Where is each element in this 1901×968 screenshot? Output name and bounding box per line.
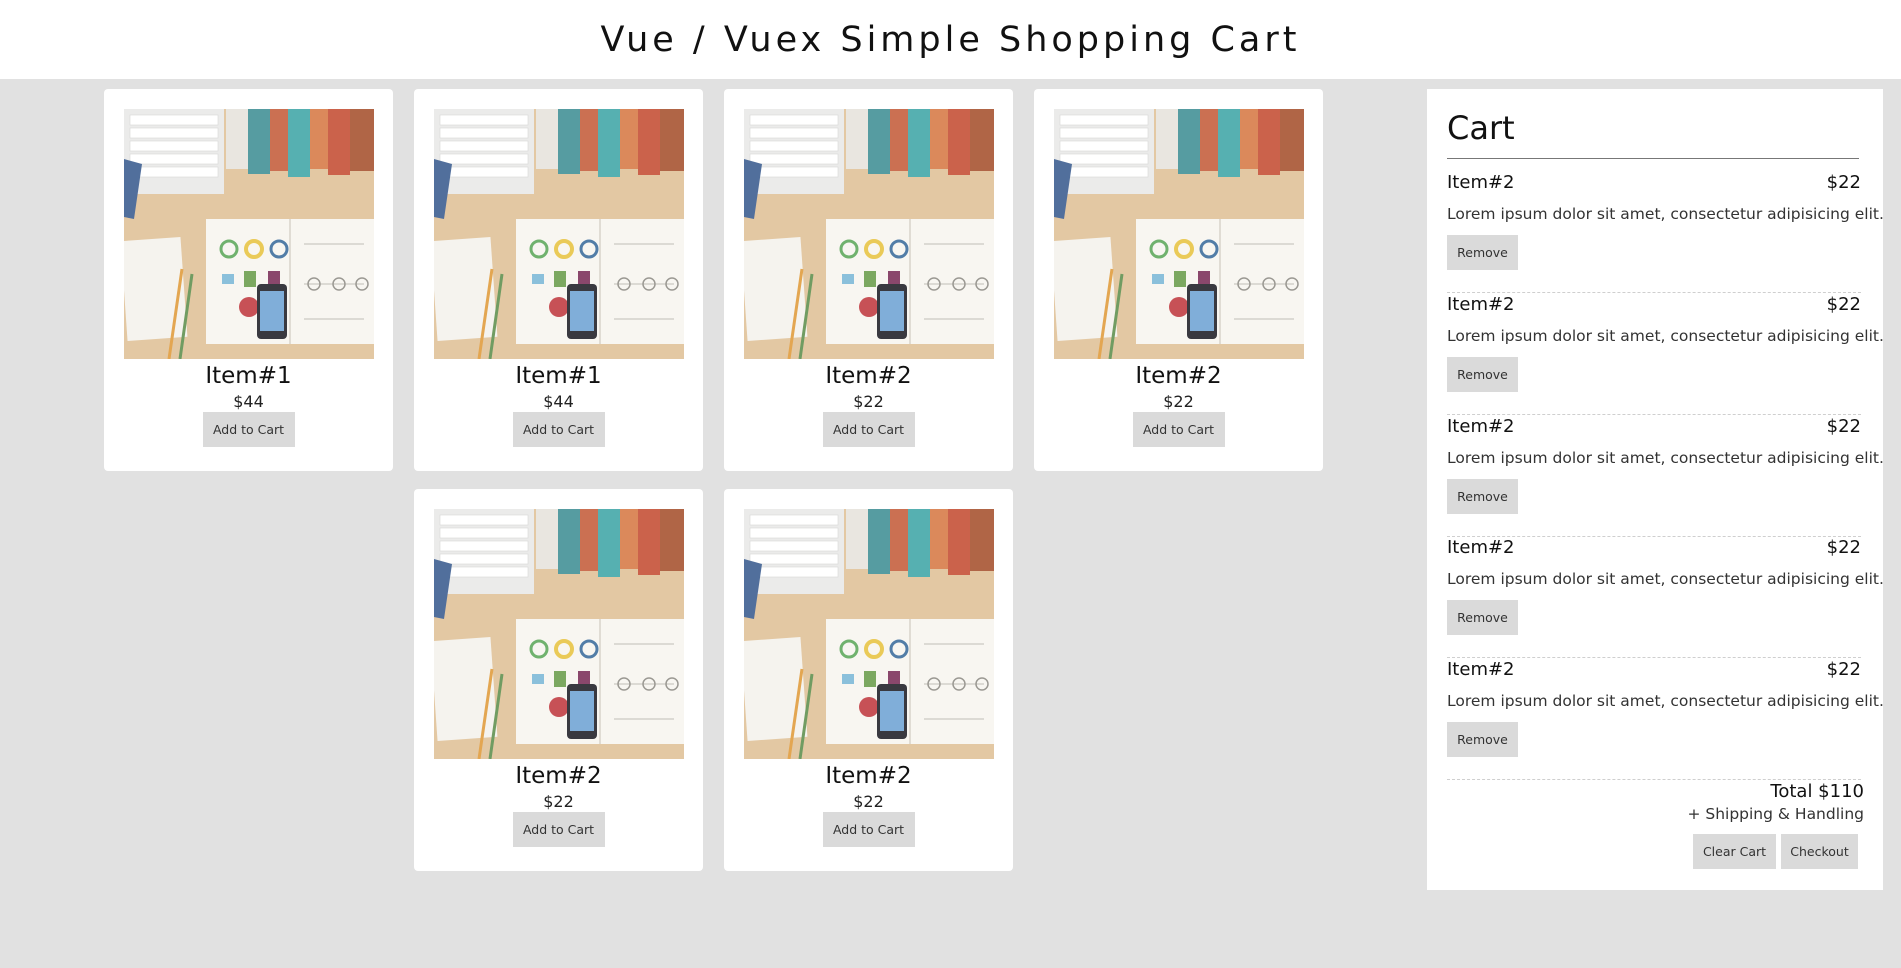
add-to-cart-button[interactable]: Add to Cart [512,412,605,447]
product-card: Item#2 $22 Add to Cart [414,489,703,871]
product-price: $22 [853,792,884,811]
product-price: $44 [233,392,264,411]
cart-item-name: Item#2 [1447,416,1515,437]
cart-item: Item#2 $22 Lorem ipsum dolor sit amet, c… [1447,537,1884,658]
product-image [744,509,994,759]
product-image [124,109,374,359]
product-image [434,109,684,359]
cart-item-description: Lorem ipsum dolor sit amet, consectetur … [1447,692,1884,710]
product-card: Item#2 $22 Add to Cart [724,489,1013,871]
cart-divider [1447,158,1859,159]
cart-title: Cart [1447,109,1515,147]
cart-item-description: Lorem ipsum dolor sit amet, consectetur … [1447,449,1884,467]
product-price: $22 [853,392,884,411]
cart-item: Item#2 $22 Lorem ipsum dolor sit amet, c… [1447,659,1884,780]
cart-item-name: Item#2 [1447,294,1515,315]
product-name: Item#2 [515,763,602,789]
product-image [744,109,994,359]
cart-panel: Cart Item#2 $22 Lorem ipsum dolor sit am… [1427,89,1884,890]
cart-item-price: $22 [1826,416,1861,437]
cart-item-name: Item#2 [1447,537,1515,558]
add-to-cart-button[interactable]: Add to Cart [202,412,295,447]
cart-item-description: Lorem ipsum dolor sit amet, consectetur … [1447,327,1884,345]
cart-item-price: $22 [1826,537,1861,558]
product-name: Item#1 [515,363,602,389]
clear-cart-button[interactable]: Clear Cart [1693,834,1776,869]
cart-total: Total $110 + Shipping & Handling [1687,781,1864,825]
cart-item-price: $22 [1826,172,1861,193]
product-name: Item#1 [205,363,292,389]
product-image [1054,109,1304,359]
remove-button[interactable]: Remove [1447,479,1518,514]
cart-item: Item#2 $22 Lorem ipsum dolor sit amet, c… [1447,294,1884,415]
add-to-cart-button[interactable]: Add to Cart [822,412,915,447]
product-name: Item#2 [1135,363,1222,389]
remove-button[interactable]: Remove [1447,235,1518,270]
cart-item-name: Item#2 [1447,659,1515,680]
remove-button[interactable]: Remove [1447,722,1518,757]
product-price: $22 [543,792,574,811]
page-header: Vue / Vuex Simple Shopping Cart [0,0,1901,79]
cart-item-description: Lorem ipsum dolor sit amet, consectetur … [1447,205,1884,223]
checkout-button[interactable]: Checkout [1781,834,1858,869]
cart-total-amount: Total $110 [1770,781,1864,802]
product-card: Item#2 $22 Add to Cart [1034,89,1323,471]
page-title: Vue / Vuex Simple Shopping Cart [600,19,1301,60]
product-card: Item#2 $22 Add to Cart [724,89,1013,471]
product-name: Item#2 [825,363,912,389]
remove-button[interactable]: Remove [1447,600,1518,635]
product-card: Item#1 $44 Add to Cart [414,89,703,471]
add-to-cart-button[interactable]: Add to Cart [512,812,605,847]
cart-item: Item#2 $22 Lorem ipsum dolor sit amet, c… [1447,416,1884,537]
product-name: Item#2 [825,763,912,789]
add-to-cart-button[interactable]: Add to Cart [1132,412,1225,447]
cart-actions: Clear Cart Checkout [1693,834,1858,869]
cart-item-price: $22 [1826,659,1861,680]
cart-item-name: Item#2 [1447,172,1515,193]
product-image [434,509,684,759]
remove-button[interactable]: Remove [1447,357,1518,392]
product-card: Item#1 $44 Add to Cart [104,89,393,471]
add-to-cart-button[interactable]: Add to Cart [822,812,915,847]
product-price: $22 [1163,392,1194,411]
cart-item: Item#2 $22 Lorem ipsum dolor sit amet, c… [1447,172,1884,293]
product-price: $44 [543,392,574,411]
cart-item-price: $22 [1826,294,1861,315]
cart-item-description: Lorem ipsum dolor sit amet, consectetur … [1447,570,1884,588]
shipping-note: + Shipping & Handling [1687,805,1864,823]
